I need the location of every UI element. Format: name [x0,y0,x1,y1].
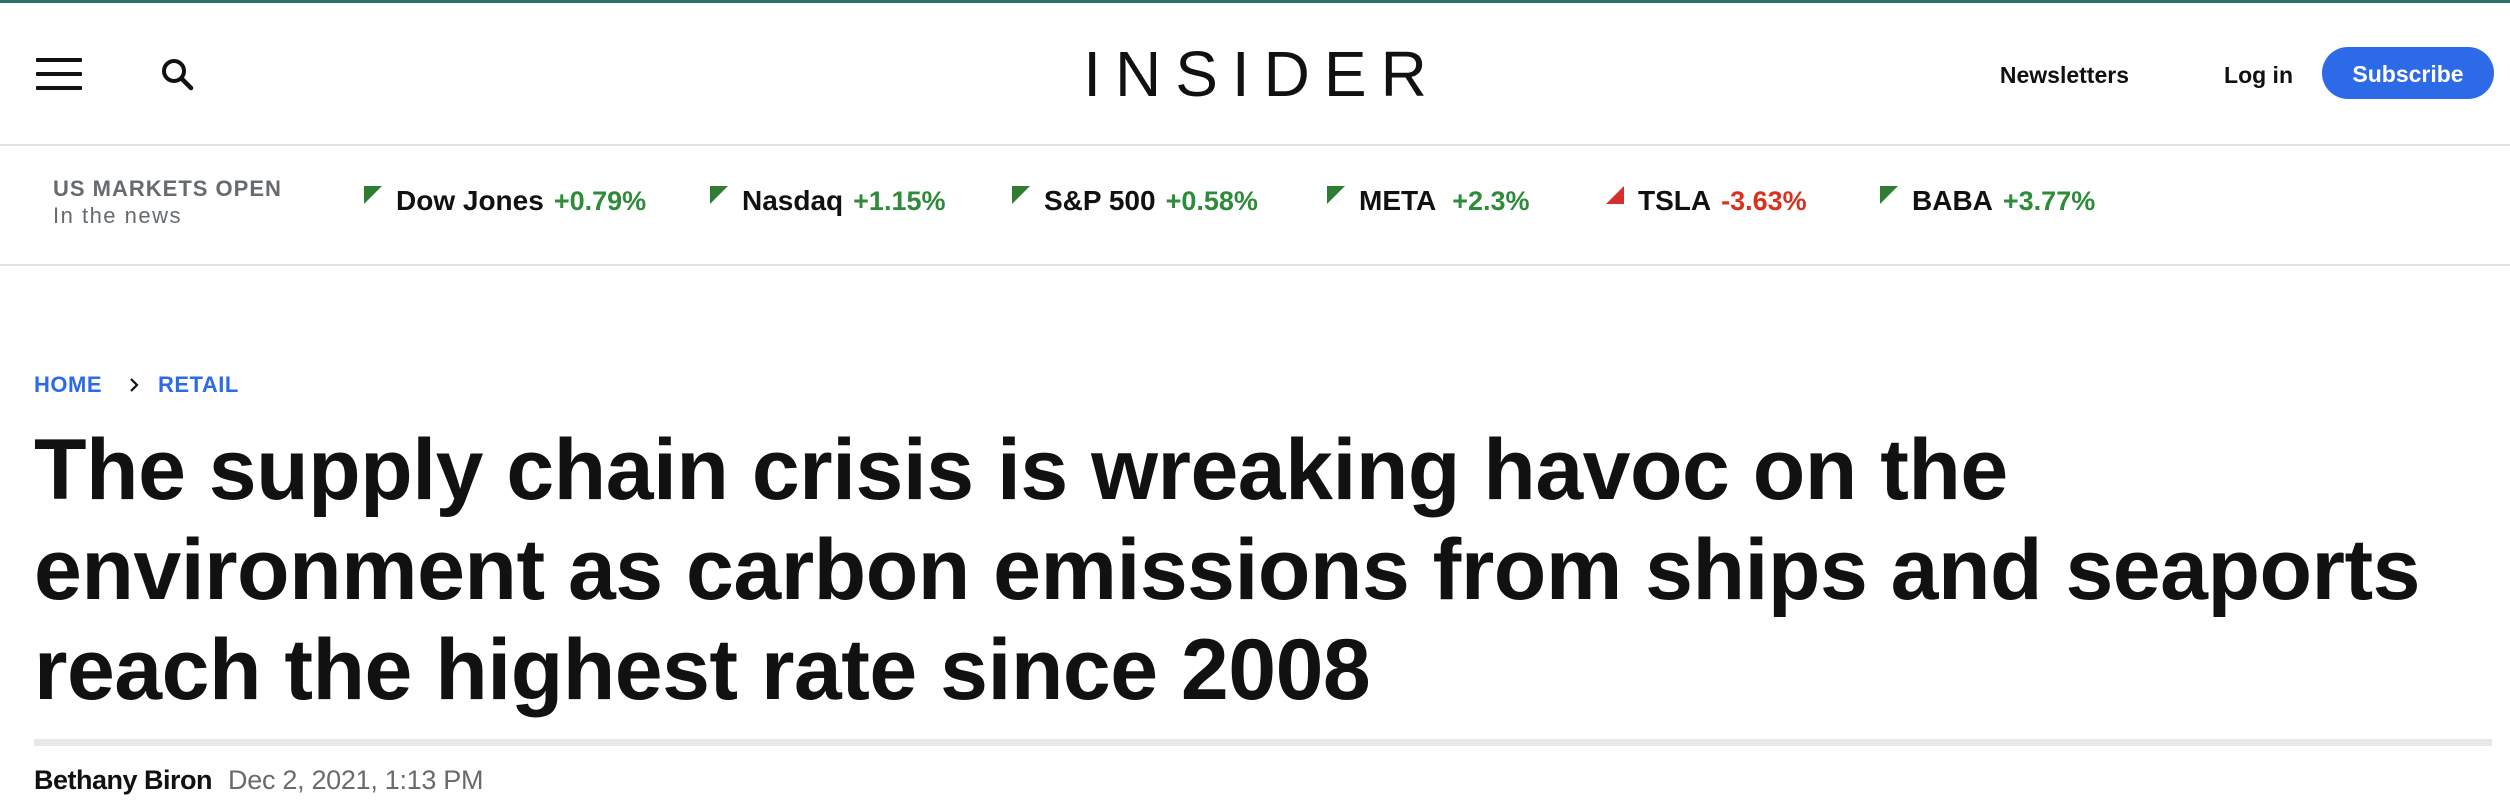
ticker-name: S&P 500 [1044,185,1156,216]
ticker-name: META [1359,185,1437,216]
ticker-tsla[interactable]: TSLA -3.63% [1606,183,1807,219]
down-arrow-icon [1012,186,1030,204]
ticker-name: BABA [1912,185,1993,216]
down-arrow-icon [1880,186,1898,204]
ticker-name: Nasdaq [742,185,844,216]
login-link[interactable]: Log in [2224,47,2293,103]
ticker-baba[interactable]: BABA +3.77% [1880,183,2095,219]
hamburger-menu-icon[interactable] [36,58,82,90]
site-header: INSIDER Newsletters Log in Subscribe [0,3,2510,146]
chevron-right-icon [130,378,139,392]
ticker-change: +3.77% [2002,185,2096,216]
markets-bar: US MARKETS OPEN In the news Dow Jones +0… [0,146,2510,266]
headline-divider [34,739,2492,746]
ticker-change: +2.3% [1452,185,1530,216]
subscribe-button[interactable]: Subscribe [2322,47,2494,99]
ticker-meta[interactable]: META +2.3% [1327,183,1530,219]
ticker-nasdaq[interactable]: Nasdaq +1.15% [710,183,945,219]
newsletters-link[interactable]: Newsletters [2000,47,2129,103]
ticker-change: -3.63% [1721,185,1807,216]
search-icon[interactable] [158,55,198,95]
down-arrow-icon [1327,186,1345,204]
market-status-title: US MARKETS OPEN [53,176,282,201]
ticker-change: +1.15% [853,185,946,216]
insider-logo[interactable]: INSIDER [1069,38,1441,110]
breadcrumb: HOME RETAIL [34,370,239,400]
up-arrow-icon [1606,186,1624,204]
publish-date: Dec 2, 2021, 1:13 PM [228,764,484,795]
breadcrumb-home[interactable]: HOME [34,372,102,398]
ticker-change: +0.79% [553,185,647,216]
logo-container: INSIDER [0,36,2510,112]
ticker-dow-jones[interactable]: Dow Jones +0.79% [364,183,646,219]
ticker-name: Dow Jones [396,185,544,216]
down-arrow-icon [710,186,728,204]
author-link[interactable]: Bethany Biron [34,765,213,796]
article-headline: The supply chain crisis is wreaking havo… [34,422,2420,718]
market-status-subtitle: In the news [53,203,183,228]
breadcrumb-retail[interactable]: RETAIL [158,372,239,398]
ticker-change: +0.58% [1165,185,1258,216]
ticker-name: TSLA [1638,185,1712,216]
ticker-sp500[interactable]: S&P 500 +0.58% [1012,183,1258,219]
down-arrow-icon [364,186,382,204]
market-status: US MARKETS OPEN In the news [53,176,282,230]
article-byline: Bethany Biron Dec 2, 2021, 1:13 PM [34,762,483,798]
